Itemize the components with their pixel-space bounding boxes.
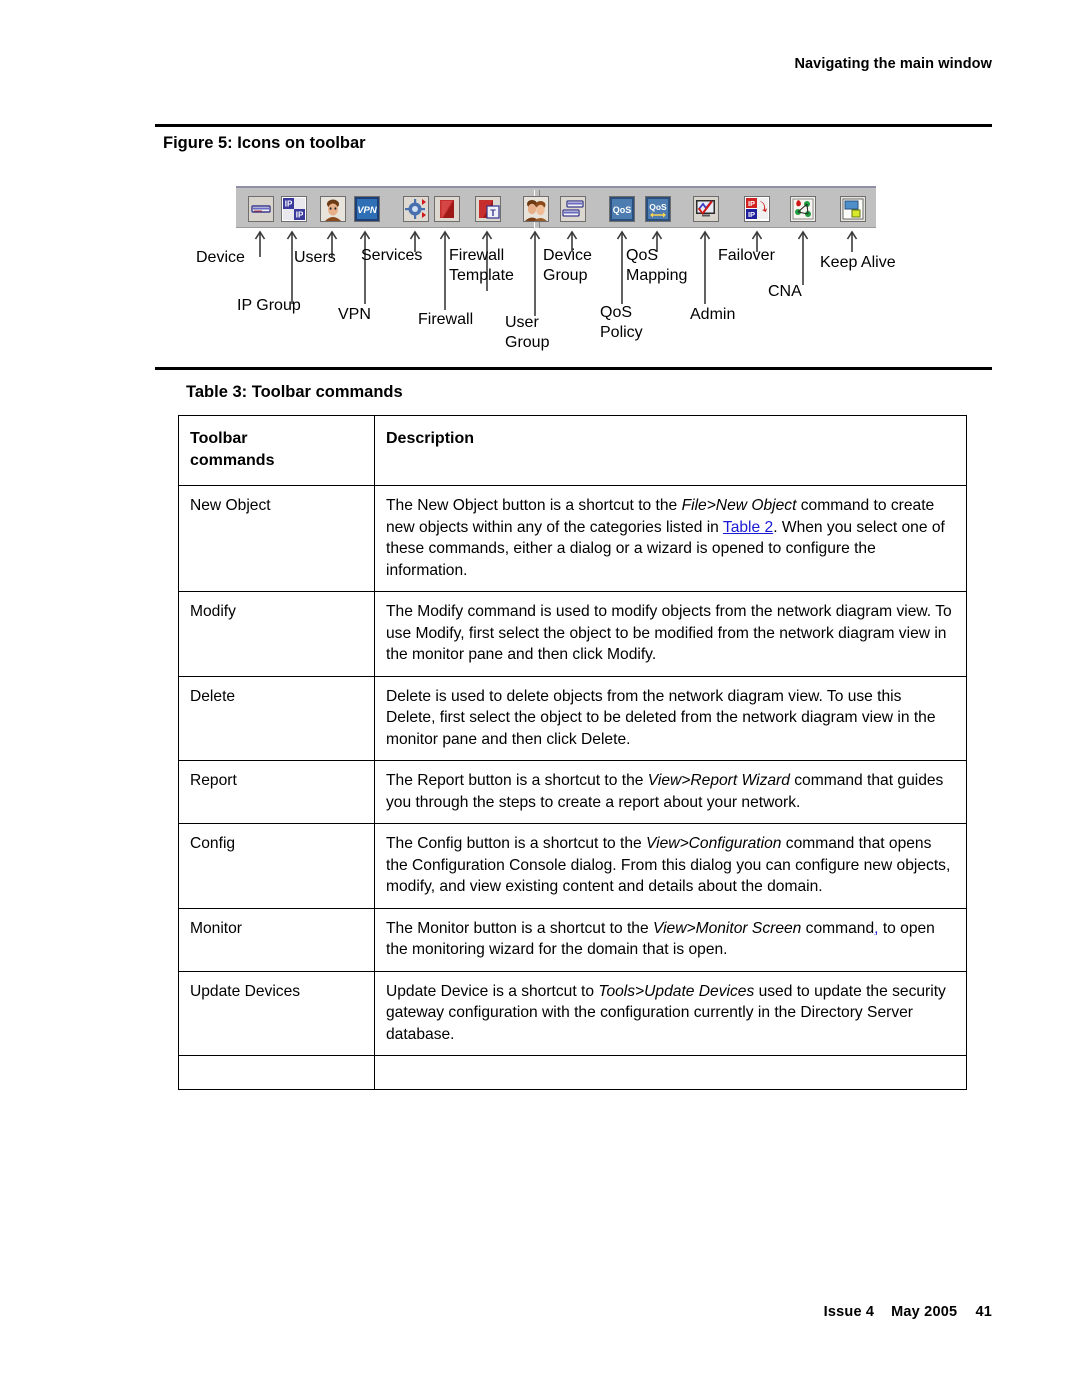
svg-text:IP: IP — [748, 210, 755, 219]
callout-device-label: Device — [196, 249, 245, 266]
toolbar-strip: IP IP VPN T QoS QoS IP IP — [236, 186, 876, 228]
admin-icon[interactable] — [693, 196, 719, 222]
users-icon[interactable] — [320, 196, 346, 222]
cell-command-description: The Monitor button is a shortcut to the … — [374, 907, 967, 972]
cell-command-description: The Config button is a shortcut to the V… — [374, 823, 967, 909]
footer-date: May 2005 — [891, 1304, 958, 1320]
callout-vpn-arrow — [359, 230, 371, 304]
column-header-toolbar-commands: Toolbar commands — [178, 415, 375, 486]
callout-qos-policy-label: QoS Policy — [600, 304, 643, 341]
cell-command-description: The New Object button is a shortcut to t… — [374, 485, 967, 592]
callout-qos-mapping-label: QoS Mapping — [626, 247, 688, 284]
table-row: Report The Report button is a shortcut to… — [178, 760, 967, 824]
svg-text:QoS: QoS — [649, 202, 667, 212]
callout-admin-arrow — [699, 230, 711, 304]
failover-icon[interactable]: IP IP — [744, 196, 770, 222]
cell-command-name: Modify — [178, 591, 375, 677]
ip-group-icon[interactable]: IP IP — [281, 196, 307, 222]
cell-command-name: Report — [178, 760, 375, 824]
table-row: Modify The Modify command is used to modi… — [178, 591, 967, 677]
table-row: Config The Config button is a shortcut to… — [178, 823, 967, 909]
callout-vpn-label: VPN — [338, 306, 371, 323]
horizontal-rule-top — [155, 124, 992, 127]
svg-text:T: T — [490, 208, 496, 218]
svg-text:IP: IP — [296, 211, 304, 220]
callout-device-arrow — [254, 230, 266, 257]
callout-user-group-arrow — [529, 230, 541, 316]
cell-command-name: Monitor — [178, 907, 375, 972]
callout-services-label: Services — [361, 247, 423, 264]
svg-text:IP: IP — [285, 200, 293, 209]
firewall-icon[interactable] — [434, 196, 460, 222]
callout-failover-label: Failover — [718, 247, 775, 264]
footer-issue: Issue 4 — [823, 1304, 875, 1320]
qos-policy-icon[interactable]: QoS — [609, 196, 635, 222]
column-header-description: Description — [374, 415, 967, 486]
keep-alive-icon[interactable] — [840, 196, 866, 222]
column-header-line: commands — [190, 451, 275, 469]
callout-cna-label: CNA — [768, 283, 802, 300]
cell-empty — [178, 1055, 375, 1090]
callout-cna-arrow — [797, 230, 809, 285]
cna-icon[interactable] — [790, 196, 816, 222]
figure-caption: Figure 5: Icons on toolbar — [163, 134, 366, 152]
callout-user-group-label: User Group — [505, 314, 550, 351]
svg-text:VPN: VPN — [357, 205, 378, 216]
cell-command-description: Update Device is a shortcut to Tools>Upd… — [374, 970, 967, 1056]
table-row: New Object The New Object button is a sho… — [178, 485, 967, 592]
svg-text:IP: IP — [748, 199, 755, 208]
page-footer: Issue 4 May 2005 41 — [824, 1304, 992, 1320]
callout-device-group-label: Device Group — [543, 247, 592, 284]
cell-command-description: The Report button is a shortcut to the V… — [374, 760, 967, 824]
user-group-icon[interactable] — [523, 196, 549, 222]
table-row: Update Devices Update Device is a shortcu… — [178, 970, 967, 1056]
qos-mapping-icon[interactable]: QoS — [645, 196, 671, 222]
callout-keep-alive-arrow — [846, 230, 858, 252]
footer-page-number: 41 — [975, 1304, 992, 1320]
callout-firewall-template-label: Firewall Template — [449, 247, 514, 284]
callout-firewall-label: Firewall — [418, 311, 474, 328]
cell-command-name: Config — [178, 823, 375, 909]
table-caption: Table 3: Toolbar commands — [186, 383, 403, 401]
device-group-icon[interactable] — [560, 196, 586, 222]
table-header-row: Toolbar commands Description — [178, 415, 967, 486]
callout-ip-group-arrow — [286, 230, 298, 304]
cell-command-name: Update Devices — [178, 970, 375, 1056]
cell-empty — [374, 1055, 967, 1090]
svg-text:QoS: QoS — [613, 205, 632, 215]
cell-command-description: Delete is used to delete objects from th… — [374, 675, 967, 761]
running-head: Navigating the main window — [794, 56, 992, 72]
table-row: Delete Delete is used to delete objects f… — [178, 675, 967, 761]
services-icon[interactable] — [403, 196, 429, 222]
toolbar-commands-table: Toolbar commands Description New Object Th… — [178, 415, 967, 1090]
callout-ip-group-label: IP Group — [237, 297, 301, 314]
callout-keep-alive-label: Keep Alive — [820, 254, 896, 271]
device-icon[interactable] — [248, 196, 274, 222]
table-row: Monitor The Monitor button is a shortcut … — [178, 907, 967, 972]
callout-admin-label: Admin — [690, 306, 736, 323]
callout-users-label: Users — [294, 249, 336, 266]
table-row-empty — [178, 1055, 967, 1090]
firewall-template-icon[interactable]: T — [475, 196, 501, 222]
cell-command-description: The Modify command is used to modify obj… — [374, 591, 967, 677]
vpn-icon[interactable]: VPN — [354, 196, 380, 222]
horizontal-rule-middle — [155, 367, 992, 370]
column-header-line: Toolbar — [190, 430, 248, 447]
cell-command-name: Delete — [178, 675, 375, 761]
cell-command-name: New Object — [178, 485, 375, 592]
